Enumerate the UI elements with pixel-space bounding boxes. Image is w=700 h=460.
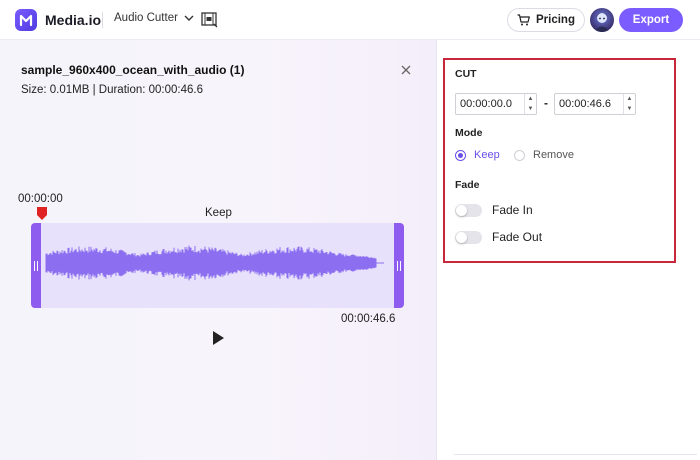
pricing-label: Pricing xyxy=(536,14,575,26)
mode-option-label: Remove xyxy=(533,149,574,161)
start-time-value: 00:00:00.0 xyxy=(460,98,512,110)
fade-in-label: Fade In xyxy=(492,203,533,217)
waveform xyxy=(45,245,384,281)
top-bar: Media.io Audio Cutter Pricing Export xyxy=(0,0,700,40)
pricing-button[interactable]: Pricing xyxy=(507,8,585,32)
fade-in-toggle[interactable] xyxy=(455,203,482,217)
file-name: sample_960x400_ocean_with_audio (1) xyxy=(21,63,245,77)
fade-in-row: Fade In xyxy=(455,203,533,217)
editor-workspace: sample_960x400_ocean_with_audio (1) Size… xyxy=(0,40,437,460)
file-meta: Size: 0.01MB | Duration: 00:00:46.6 xyxy=(21,84,203,96)
header-divider xyxy=(102,12,103,28)
end-time-stepper[interactable]: ▲ ▼ xyxy=(623,94,635,114)
cut-settings-box: CUT 00:00:00.0 ▲ ▼ - 00:00:46.6 ▲ ▼ Mode… xyxy=(443,58,676,263)
selection-label: Keep xyxy=(205,207,232,219)
cut-title: CUT xyxy=(455,68,477,80)
user-avatar[interactable] xyxy=(590,8,614,32)
film-crop-icon[interactable] xyxy=(200,11,218,29)
chevron-down-icon[interactable]: ▼ xyxy=(624,104,635,114)
chevron-down-icon[interactable]: ▼ xyxy=(525,104,536,114)
fade-out-toggle[interactable] xyxy=(455,230,482,244)
play-icon[interactable] xyxy=(210,330,226,346)
start-time-input[interactable]: 00:00:00.0 ▲ ▼ xyxy=(455,93,537,115)
media-io-logo-icon[interactable] xyxy=(15,9,37,31)
start-time-stepper[interactable]: ▲ ▼ xyxy=(524,94,536,114)
close-button[interactable] xyxy=(396,60,416,80)
chevron-up-icon[interactable]: ▲ xyxy=(525,94,536,104)
time-range-separator: - xyxy=(544,96,548,110)
tool-menu-dropdown[interactable]: Audio Cutter xyxy=(114,12,194,24)
mode-option-label: Keep xyxy=(474,149,500,161)
timeline-end-time: 00:00:46.6 xyxy=(341,313,396,325)
playhead-marker-icon[interactable] xyxy=(37,207,47,221)
tool-menu-label: Audio Cutter xyxy=(114,12,178,24)
end-time-value: 00:00:46.6 xyxy=(559,98,611,110)
settings-panel: CUT 00:00:00.0 ▲ ▼ - 00:00:46.6 ▲ ▼ Mode… xyxy=(438,40,700,460)
fade-title: Fade xyxy=(455,179,480,191)
trim-handle-end[interactable] xyxy=(394,223,404,308)
panel-divider xyxy=(454,454,697,455)
end-time-input[interactable]: 00:00:46.6 ▲ ▼ xyxy=(554,93,636,115)
mode-option-keep[interactable]: Keep xyxy=(455,149,500,161)
cart-icon xyxy=(517,14,530,26)
fade-out-label: Fade Out xyxy=(492,230,543,244)
radio-button-keep[interactable] xyxy=(455,149,466,161)
chevron-up-icon[interactable]: ▲ xyxy=(624,94,635,104)
trim-handle-start[interactable] xyxy=(31,223,41,308)
fade-out-row: Fade Out xyxy=(455,230,542,244)
waveform-selection[interactable] xyxy=(31,223,404,308)
radio-button-remove[interactable] xyxy=(514,149,525,161)
mode-title: Mode xyxy=(455,127,483,139)
app-name[interactable]: Media.io xyxy=(45,12,101,28)
close-icon xyxy=(401,65,411,75)
export-button[interactable]: Export xyxy=(619,8,683,32)
timeline-start-time: 00:00:00 xyxy=(18,193,63,205)
chevron-down-icon xyxy=(184,15,194,21)
mode-option-remove[interactable]: Remove xyxy=(514,149,574,161)
